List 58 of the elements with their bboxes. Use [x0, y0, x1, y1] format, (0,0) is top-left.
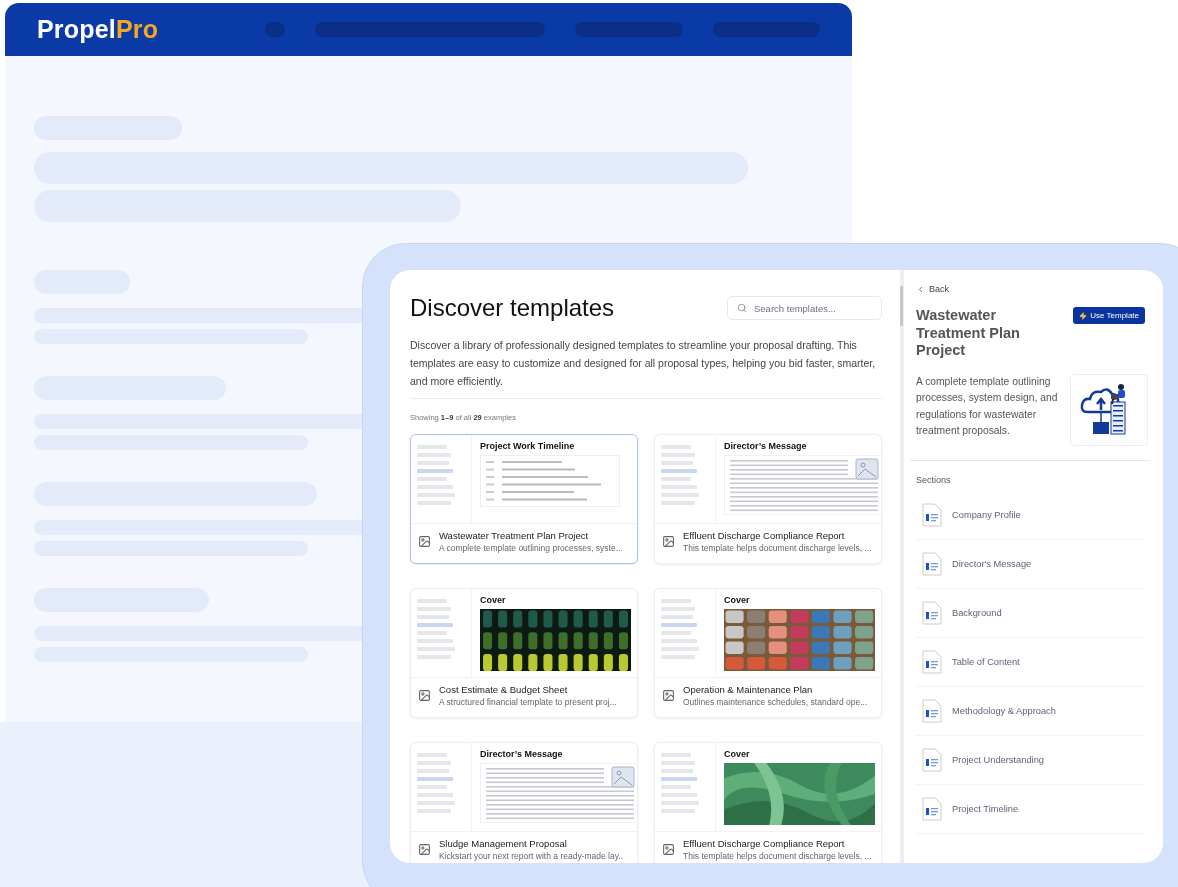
section-name[interactable]: Company Profile	[952, 509, 1021, 520]
sections-label: Sections	[916, 474, 952, 485]
search-field[interactable]: Search templates...	[727, 296, 882, 320]
image-icon	[662, 535, 675, 548]
template-description: A structured financial template to present proj...	[439, 697, 617, 707]
section-name[interactable]: Background	[952, 607, 1002, 618]
document-icon	[922, 698, 942, 723]
preview-heading: Director’s Message	[480, 749, 564, 759]
image-icon	[418, 535, 431, 548]
template-description: Kickstart your next report with a ready-made lay..	[439, 851, 624, 861]
section-name[interactable]: Methodology & Approach	[952, 705, 1056, 716]
template-title: Sludge Management Proposal	[439, 838, 568, 849]
page-title: Discover templates	[410, 294, 615, 322]
template-summary: A complete template outlining processes, system design, and regulations for wastewater treatment proposals.	[916, 374, 1059, 438]
template-card[interactable]: Director’s Message Sludge Management Proposal Kickstart your next report with a ready-made lay..	[410, 742, 638, 863]
template-card[interactable]: Cover Operation & Maintenance Plan Outlines maintenance schedules, standard ope...	[654, 588, 882, 718]
lightning-icon	[1079, 311, 1088, 320]
scrollbar-thumb[interactable]	[900, 286, 903, 326]
template-description: Outlines maintenance schedules, standard ope...	[683, 697, 868, 707]
preview-heading: Director’s Message	[724, 441, 808, 451]
chevron-left-icon	[916, 284, 925, 294]
template-title: Wastewater Treatment Plan Project	[439, 530, 590, 541]
use-template-button[interactable]: Use Template	[1073, 307, 1145, 324]
back-link[interactable]: Back	[916, 284, 1145, 294]
template-title: Effluent Discharge Compliance Report	[683, 530, 846, 541]
template-card[interactable]: Cover Effluent Discharge Compliance Report This template helps document discharge levels, ...	[654, 742, 882, 863]
image-icon	[662, 689, 675, 702]
brand-logo[interactable]: PropelPro	[37, 15, 235, 44]
document-icon	[922, 747, 942, 772]
section-name[interactable]: Director's Message	[952, 558, 1032, 569]
template-card[interactable]: Cover Cost Estimate & Budget Sheet A structured financial template to present proj...	[410, 588, 638, 718]
template-heading: Wastewater Treatment Plan Project	[916, 307, 1021, 360]
document-icon	[922, 551, 942, 576]
preview-heading: Project Work Timeline	[480, 441, 576, 451]
template-title: Operation & Maintenance Plan	[683, 684, 814, 695]
section-name[interactable]: Table of Content	[952, 656, 1020, 667]
document-icon	[922, 502, 942, 527]
search-icon	[737, 303, 747, 313]
template-title: Cost Estimate & Budget Sheet	[439, 684, 569, 695]
template-description: This template helps document discharge levels, ...	[683, 543, 872, 553]
template-description: This template helps document discharge levels, ...	[683, 851, 872, 861]
template-card[interactable]: Project Work Timeline Wastewater Treatment Plan Project A complete template outlining processes, syste...	[410, 434, 638, 564]
preview-heading: Cover	[724, 595, 751, 605]
nav-placeholder	[264, 22, 286, 37]
document-icon	[922, 600, 942, 625]
image-icon	[418, 843, 431, 856]
image-icon	[662, 843, 675, 856]
document-icon	[922, 649, 942, 674]
section-name[interactable]: Project Understanding	[952, 754, 1044, 765]
image-icon	[418, 689, 431, 702]
section-name[interactable]: Project Timeline	[952, 803, 1019, 814]
template-card[interactable]: Director’s Message Effluent Discharge Compliance Report This template helps document discharge levels, ...	[654, 434, 882, 564]
preview-heading: Cover	[724, 749, 751, 759]
template-title: Effluent Discharge Compliance Report	[683, 838, 846, 849]
page-description: Discover a library of professionally designed templates to streamline your proposal drafting. This templates are easy to customize and designed for all proposal types, helping you bid faster, smarter, and more efficiently.	[410, 336, 882, 399]
preview-heading: Cover	[480, 595, 507, 605]
template-description: A complete template outlining processes, syste...	[439, 543, 623, 553]
document-icon	[922, 796, 942, 821]
